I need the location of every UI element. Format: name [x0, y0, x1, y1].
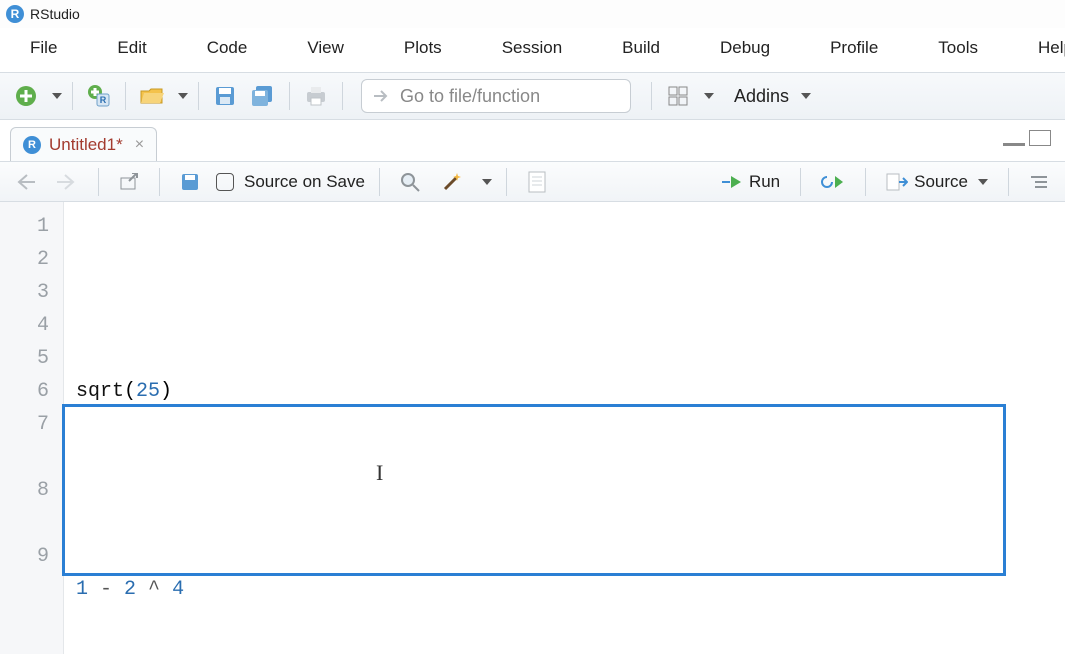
line-number: 9 — [0, 540, 49, 573]
menubar: File Edit Code View Plots Session Build … — [0, 28, 1065, 72]
separator — [1008, 168, 1009, 196]
code-area[interactable]: I sqrt(25) 1 - 2 ^ 4 ?plot ## Simple qua… — [64, 202, 1065, 654]
separator — [379, 168, 380, 196]
separator — [72, 82, 73, 110]
minimize-pane-icon[interactable] — [1003, 130, 1025, 146]
goto-placeholder: Go to file/function — [400, 86, 540, 107]
line-number — [0, 507, 49, 540]
close-tab-icon[interactable]: × — [135, 136, 144, 154]
menu-session[interactable]: Session — [472, 34, 592, 62]
code-line-1: sqrt(25) — [76, 375, 1053, 408]
code-line-3: 1 - 2 ^ 4 — [76, 573, 1053, 606]
print-button[interactable] — [300, 80, 332, 112]
code-editor[interactable]: 1 2 3 4 5 6 7 8 9 I sqrt(25) 1 - 2 ^ 4 ?… — [0, 202, 1065, 654]
run-arrow-icon — [721, 174, 743, 190]
menu-build[interactable]: Build — [592, 34, 690, 62]
main-toolbar: R Go to file/function Addins — [0, 72, 1065, 120]
menu-help[interactable]: Help — [1008, 34, 1065, 62]
grid-view-button[interactable] — [662, 80, 694, 112]
text-cursor-icon: I — [376, 456, 383, 489]
separator — [125, 82, 126, 110]
source-caret-icon — [978, 179, 988, 185]
nav-forward-button[interactable] — [52, 166, 84, 198]
document-tabstrip: R Untitled1* × — [0, 124, 1065, 162]
addins-menu[interactable]: Addins — [734, 86, 811, 107]
new-project-button[interactable]: R — [83, 80, 115, 112]
menu-debug[interactable]: Debug — [690, 34, 800, 62]
separator — [198, 82, 199, 110]
svg-text:R: R — [100, 95, 107, 105]
report-button[interactable] — [521, 166, 553, 198]
r-file-icon: R — [23, 136, 41, 154]
editor-toolbar: Source on Save Run Source — [0, 162, 1065, 202]
menu-tools[interactable]: Tools — [908, 34, 1008, 62]
line-number: 1 — [0, 210, 49, 243]
find-button[interactable] — [394, 166, 426, 198]
pane-controls — [1003, 130, 1051, 146]
line-gutter: 1 2 3 4 5 6 7 8 9 — [0, 202, 64, 654]
line-number: 8 — [0, 474, 49, 507]
show-in-new-window-button[interactable] — [113, 166, 145, 198]
source-icon — [886, 173, 908, 191]
save-doc-button[interactable] — [174, 166, 206, 198]
rerun-button[interactable] — [815, 174, 851, 190]
line-number: 7 — [0, 408, 49, 441]
rerun-icon — [821, 174, 845, 190]
separator — [651, 82, 652, 110]
separator — [506, 168, 507, 196]
menu-code[interactable]: Code — [177, 34, 278, 62]
separator — [159, 168, 160, 196]
line-number: 5 — [0, 342, 49, 375]
nav-back-button[interactable] — [10, 166, 42, 198]
source-on-save-checkbox[interactable] — [216, 173, 234, 191]
separator — [800, 168, 801, 196]
tab-title: Untitled1* — [49, 135, 123, 155]
grid-caret-icon[interactable] — [704, 93, 714, 99]
app-title: RStudio — [30, 6, 80, 22]
run-label: Run — [749, 172, 780, 192]
line-number: 6 — [0, 375, 49, 408]
open-file-button[interactable] — [136, 80, 168, 112]
titlebar: R RStudio — [0, 0, 1065, 28]
open-caret-icon[interactable] — [178, 93, 188, 99]
addins-label: Addins — [734, 86, 789, 107]
new-file-button[interactable] — [10, 80, 42, 112]
menu-plots[interactable]: Plots — [374, 34, 472, 62]
source-label: Source — [914, 172, 968, 192]
document-tab[interactable]: R Untitled1* × — [10, 127, 157, 161]
menu-view[interactable]: View — [277, 34, 374, 62]
source-on-save-label: Source on Save — [244, 172, 365, 192]
separator — [342, 82, 343, 110]
separator — [865, 168, 866, 196]
menu-profile[interactable]: Profile — [800, 34, 908, 62]
run-button[interactable]: Run — [715, 172, 786, 192]
wand-caret-icon[interactable] — [482, 179, 492, 185]
separator — [98, 168, 99, 196]
code-line-2 — [76, 474, 1053, 507]
goto-file-function-input[interactable]: Go to file/function — [361, 79, 631, 113]
goto-arrow-icon — [372, 87, 390, 105]
addins-caret-icon — [801, 93, 811, 99]
line-number: 3 — [0, 276, 49, 309]
source-button[interactable]: Source — [880, 172, 994, 192]
line-number: 4 — [0, 309, 49, 342]
menu-file[interactable]: File — [0, 34, 87, 62]
rstudio-logo-icon: R — [6, 5, 24, 23]
outline-button[interactable] — [1023, 166, 1055, 198]
line-number — [0, 441, 49, 474]
menu-edit[interactable]: Edit — [87, 34, 176, 62]
maximize-pane-icon[interactable] — [1029, 130, 1051, 146]
line-number: 2 — [0, 243, 49, 276]
separator — [289, 82, 290, 110]
save-all-button[interactable] — [247, 80, 279, 112]
wand-button[interactable] — [436, 166, 468, 198]
new-file-caret-icon[interactable] — [52, 93, 62, 99]
save-button[interactable] — [209, 80, 241, 112]
